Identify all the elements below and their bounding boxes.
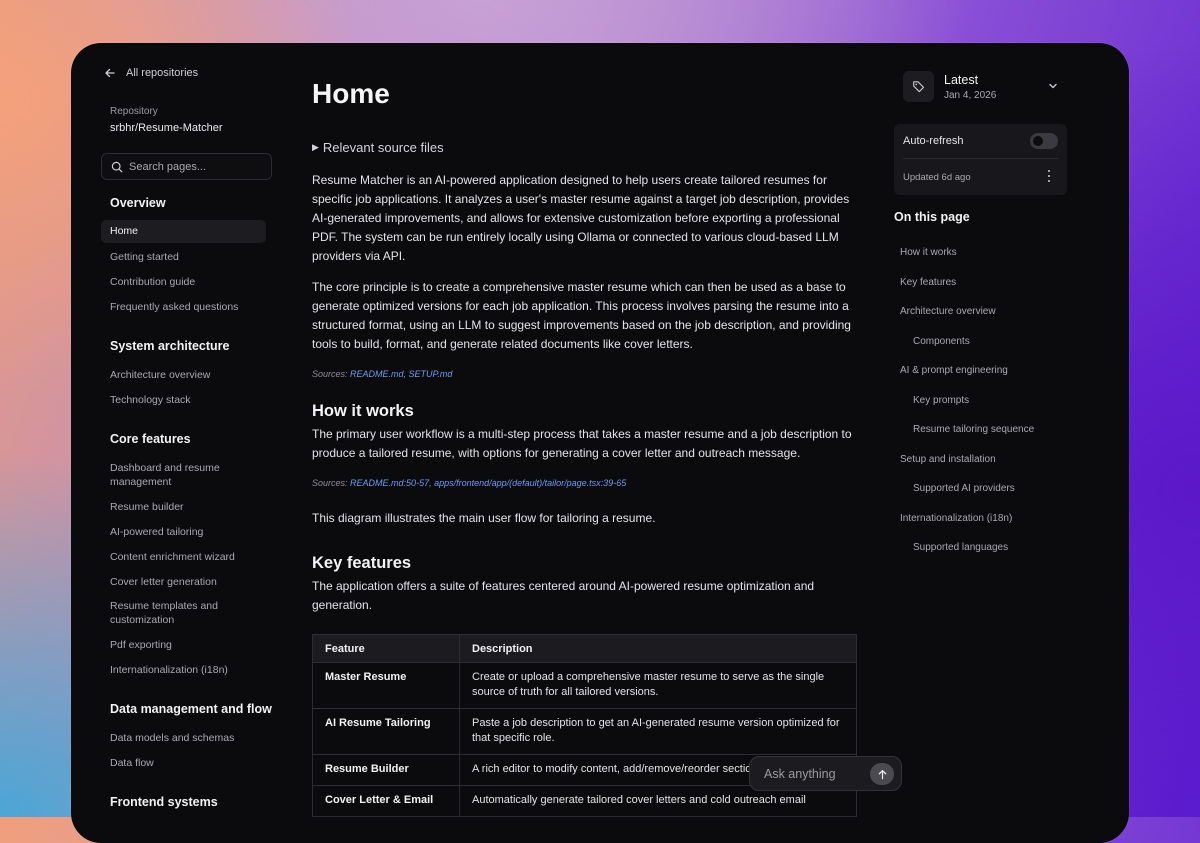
toc-item-resume-tailoring-sequence[interactable]: Resume tailoring sequence xyxy=(894,424,1067,436)
disclosure-triangle-icon: ▶ xyxy=(312,142,319,152)
nav-section-system-architecture: System architecture xyxy=(110,339,230,353)
sidebar-item-architecture-overview[interactable]: Architecture overview xyxy=(101,368,210,382)
relevant-source-files-label: Relevant source files xyxy=(322,140,444,155)
sources-link-1[interactable]: README.md, SETUP.md xyxy=(350,369,452,379)
sidebar-item-content-enrichment[interactable]: Content enrichment wizard xyxy=(101,550,235,564)
nav-section-data-management: Data management and flow xyxy=(110,702,272,716)
ask-input[interactable] xyxy=(764,766,864,781)
diagram-caption: This diagram illustrates the main user f… xyxy=(312,511,656,525)
sidebar-item-getting-started[interactable]: Getting started xyxy=(101,250,179,264)
sidebar-item-home[interactable]: Home xyxy=(101,220,266,243)
sidebar-item-i18n[interactable]: Internationalization (i18n) xyxy=(101,663,228,677)
table-cell-feature: Resume Builder xyxy=(312,754,460,786)
table-header-description: Description xyxy=(459,634,857,663)
sidebar-item-contribution-guide[interactable]: Contribution guide xyxy=(101,275,195,289)
sidebar-item-pdf-exporting[interactable]: Pdf exporting xyxy=(101,638,172,652)
arrow-left-icon xyxy=(105,68,115,78)
auto-refresh-label: Auto-refresh xyxy=(903,135,964,147)
repo-name: srbhr/Resume-Matcher xyxy=(110,122,223,134)
search-input[interactable] xyxy=(129,160,269,173)
sources-label: Sources: xyxy=(312,369,348,379)
nav-section-core-features: Core features xyxy=(110,432,191,446)
sidebar-item-resume-templates[interactable]: Resume templates and customization xyxy=(101,599,230,627)
table-cell-feature: Cover Letter & Email xyxy=(312,785,460,817)
sources-label: Sources: xyxy=(312,478,348,488)
toc-item-ai-prompt-engineering[interactable]: AI & prompt engineering xyxy=(894,365,1067,377)
page-title: Home xyxy=(312,78,390,109)
toc-list: How it works Key features Architecture o… xyxy=(894,247,1067,572)
search-box[interactable] xyxy=(101,153,272,180)
right-panel: Latest Jan 4, 2026 Auto-refresh Updated … xyxy=(894,43,1067,843)
sidebar-item-data-models[interactable]: Data models and schemas xyxy=(101,731,234,745)
table-row: Master Resume Create or upload a compreh… xyxy=(312,662,857,709)
back-link-label: All repositories xyxy=(126,67,199,79)
sidebar-item-cover-letter[interactable]: Cover letter generation xyxy=(101,575,217,589)
tag-icon-box xyxy=(903,71,934,102)
toc-item-key-prompts[interactable]: Key prompts xyxy=(894,395,1067,407)
toc-title: On this page xyxy=(894,210,970,224)
toc-item-architecture-overview[interactable]: Architecture overview xyxy=(894,306,1067,318)
section-heading-key-features: Key features xyxy=(312,554,412,572)
toc-item-key-features[interactable]: Key features xyxy=(894,277,1067,289)
intro-paragraph-1: Resume Matcher is an AI-powered applicat… xyxy=(312,173,850,263)
app-window: All repositories Repository srbhr/Resume… xyxy=(71,43,1129,843)
sources-line-1: Sources: README.md, SETUP.md xyxy=(312,369,452,379)
sidebar-item-dashboard[interactable]: Dashboard and resume management xyxy=(101,461,230,489)
table-header-row: Feature Description xyxy=(312,634,857,663)
table-cell-feature: AI Resume Tailoring xyxy=(312,708,460,755)
toc-item-components[interactable]: Components xyxy=(894,336,1067,348)
relevant-source-files-toggle[interactable]: ▶ Relevant source files xyxy=(312,140,444,155)
search-icon xyxy=(111,161,123,172)
table-cell-description: Create or upload a comprehensive master … xyxy=(459,662,857,709)
nav-section-frontend-systems: Frontend systems xyxy=(110,795,218,809)
toc-item-supported-ai-providers[interactable]: Supported AI providers xyxy=(894,483,1067,495)
key-features-paragraph: The application offers a suite of featur… xyxy=(312,579,815,612)
updated-label: Updated 6d ago xyxy=(903,172,971,183)
how-it-works-paragraph: The primary user workflow is a multi-ste… xyxy=(312,427,852,460)
auto-refresh-toggle[interactable] xyxy=(1030,133,1058,149)
sidebar-item-faq[interactable]: Frequently asked questions xyxy=(101,300,238,314)
sidebar-item-data-flow[interactable]: Data flow xyxy=(101,756,154,770)
auto-refresh-card: Auto-refresh Updated 6d ago xyxy=(894,124,1067,195)
version-selector[interactable]: Latest Jan 4, 2026 xyxy=(903,71,1067,103)
table-cell-description: Paste a job description to get an AI-gen… xyxy=(459,708,857,755)
table-cell-feature: Master Resume xyxy=(312,662,460,709)
toc-item-setup-installation[interactable]: Setup and installation xyxy=(894,454,1067,466)
sidebar-item-technology-stack[interactable]: Technology stack xyxy=(101,393,191,407)
ask-box[interactable] xyxy=(749,756,902,791)
kebab-icon[interactable] xyxy=(1044,169,1054,183)
back-link[interactable]: All repositories xyxy=(104,67,198,79)
version-date: Jan 4, 2026 xyxy=(944,90,997,101)
send-button[interactable] xyxy=(870,763,894,785)
nav-section-overview: Overview xyxy=(110,196,166,210)
toc-item-supported-languages[interactable]: Supported languages xyxy=(894,542,1067,554)
repo-label: Repository xyxy=(110,106,158,117)
sidebar: All repositories Repository srbhr/Resume… xyxy=(101,43,275,843)
toc-item-i18n[interactable]: Internationalization (i18n) xyxy=(894,513,1067,525)
section-heading-how-it-works: How it works xyxy=(312,402,414,420)
card-divider xyxy=(903,158,1058,159)
sources-link-2[interactable]: README.md:50-57, apps/frontend/app/(defa… xyxy=(350,478,626,488)
chevron-down-icon xyxy=(1049,83,1057,89)
version-title: Latest xyxy=(944,73,979,87)
sidebar-item-resume-builder[interactable]: Resume builder xyxy=(101,500,184,514)
table-header-feature: Feature xyxy=(312,634,460,663)
toc-item-how-it-works[interactable]: How it works xyxy=(894,247,1067,259)
table-row: AI Resume Tailoring Paste a job descript… xyxy=(312,708,857,755)
tag-icon xyxy=(913,81,925,93)
arrow-up-icon xyxy=(878,769,886,779)
sidebar-item-ai-tailoring[interactable]: AI-powered tailoring xyxy=(101,525,203,539)
main-content: Home ▶ Relevant source files Resume Matc… xyxy=(312,43,902,843)
sources-line-2: Sources: README.md:50-57, apps/frontend/… xyxy=(312,478,626,488)
intro-paragraph-2: The core principle is to create a compre… xyxy=(312,280,851,351)
